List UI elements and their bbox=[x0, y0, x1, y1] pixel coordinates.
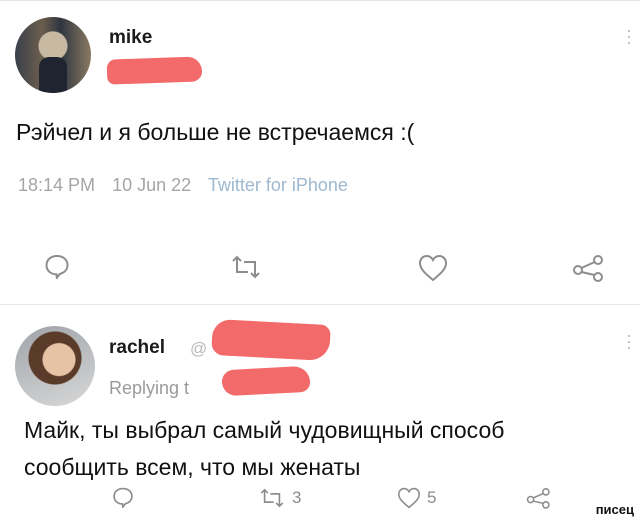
tweet-date: 10 Jun 22 bbox=[112, 175, 192, 195]
retweet-count: 3 bbox=[292, 488, 302, 507]
comment-icon bbox=[113, 487, 133, 508]
tweet-mike: mike · · · Рэйчел и я больше не встречаемс… bbox=[0, 0, 640, 305]
like-button[interactable]: 5 bbox=[397, 487, 436, 509]
tweet-text: Рэйчел и я больше не встречаемся :( bbox=[16, 119, 415, 145]
heart-icon bbox=[418, 254, 448, 282]
replying-to-label: Replying t bbox=[109, 378, 190, 398]
tweet-source[interactable]: Twitter for iPhone bbox=[208, 175, 348, 195]
reply-button[interactable] bbox=[112, 486, 134, 508]
share-icon bbox=[526, 488, 550, 509]
like-count: 5 bbox=[427, 488, 437, 507]
username-mike[interactable]: mike bbox=[109, 27, 152, 49]
avatar-mike[interactable] bbox=[15, 17, 91, 93]
share-button[interactable] bbox=[572, 254, 606, 282]
heart-icon bbox=[397, 487, 421, 509]
like-button[interactable] bbox=[418, 254, 448, 282]
tweet-meta: 18:14 PM 10 Jun 22 Twitter for iPhone bbox=[18, 175, 360, 196]
reply-button[interactable] bbox=[44, 253, 70, 279]
watermark-text: писец bbox=[595, 502, 634, 517]
redacted-reply-target bbox=[221, 365, 311, 397]
more-options-icon[interactable]: · · · bbox=[626, 21, 632, 51]
retweet-icon bbox=[232, 255, 260, 279]
share-icon bbox=[573, 255, 603, 282]
redacted-handle bbox=[211, 318, 331, 362]
handle-at-sign: @ bbox=[190, 339, 208, 358]
share-button[interactable] bbox=[526, 487, 552, 509]
reply-text: Майк, ты выбрал самый чудовищный способ … bbox=[24, 417, 505, 480]
retweet-button[interactable]: 3 bbox=[258, 487, 301, 509]
redacted-handle bbox=[106, 56, 203, 85]
retweet-button[interactable] bbox=[229, 254, 263, 280]
avatar-rachel[interactable] bbox=[15, 326, 95, 406]
tweet-time: 18:14 PM bbox=[18, 175, 96, 195]
comment-icon bbox=[45, 254, 69, 279]
username-rachel[interactable]: rachel bbox=[109, 337, 165, 359]
more-options-icon[interactable]: · · · bbox=[626, 326, 632, 356]
retweet-icon bbox=[260, 488, 284, 508]
